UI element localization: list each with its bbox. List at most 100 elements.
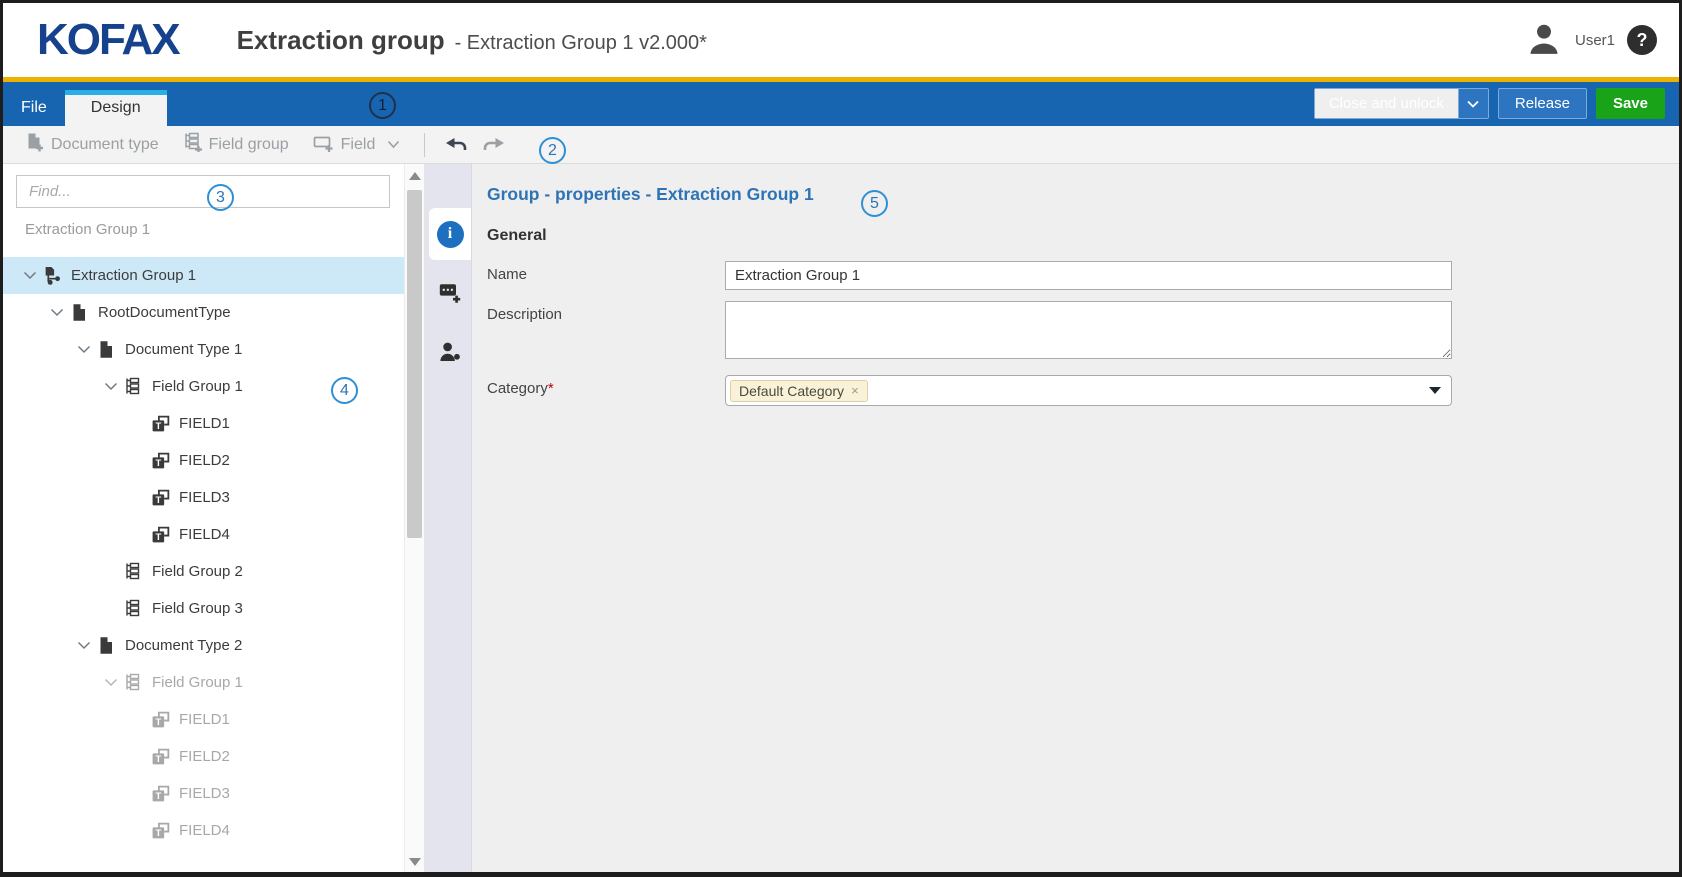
tree-item[interactable]: RootDocumentType [3, 294, 424, 331]
group-icon [43, 266, 71, 285]
name-input[interactable] [725, 261, 1452, 290]
ribbon: File Design Close and unlock Release Sav… [3, 82, 1679, 126]
field-icon: T [151, 784, 179, 803]
tree-item[interactable]: T FIELD2 [3, 442, 424, 479]
field-icon: T [151, 451, 179, 470]
svg-text:T: T [155, 458, 161, 469]
field-icon: T [151, 710, 179, 729]
tab-add-locale[interactable] [429, 268, 471, 320]
svg-text:T: T [155, 532, 161, 543]
tree-root-label: Extraction Group 1 [25, 221, 424, 245]
chevron-down-icon[interactable] [71, 641, 97, 650]
tree-item-label: FIELD3 [179, 785, 230, 802]
scrollbar-thumb[interactable] [407, 190, 422, 538]
tree-panel: Extraction Group 1 Extraction Group 1 Roo… [3, 164, 425, 872]
doctype-icon [97, 636, 125, 655]
scroll-down-icon[interactable] [409, 858, 421, 866]
chevron-down-icon [387, 136, 400, 154]
tree-item-label: Document Type 1 [125, 341, 242, 358]
app-window: KOFAX Extraction group - Extraction Grou… [0, 0, 1682, 877]
svg-text:T: T [155, 717, 161, 728]
tree-item[interactable]: Field Group 3 [3, 590, 424, 627]
undo-icon [445, 136, 467, 154]
tree-item[interactable]: TFIELD4 [3, 812, 424, 849]
chevron-down-icon[interactable] [98, 678, 124, 687]
chip-remove-icon[interactable]: × [851, 383, 859, 398]
chevron-down-icon[interactable] [71, 345, 97, 354]
ribbon-buttons: Close and unlock Release Save [1314, 88, 1665, 119]
tree-item[interactable]: Field Group 2 [3, 553, 424, 590]
tree-item[interactable]: Field Group 1 [3, 368, 424, 405]
chevron-down-icon[interactable] [17, 271, 43, 280]
combo-dropdown-icon[interactable] [1429, 387, 1441, 394]
field-icon: T [151, 414, 179, 433]
add-field-group-button[interactable]: Field group [173, 126, 299, 163]
category-chip: Default Category × [730, 380, 868, 402]
field-icon: T [151, 747, 179, 766]
redo-button[interactable] [477, 126, 511, 163]
tree-item-label: Field Group 3 [152, 600, 243, 617]
tree-item[interactable]: TFIELD1 [3, 701, 424, 738]
category-combobox[interactable]: Default Category × [725, 375, 1452, 406]
field-icon: T [151, 821, 179, 840]
tree-scrollbar[interactable] [404, 164, 424, 872]
help-icon[interactable]: ? [1627, 25, 1657, 55]
release-button[interactable]: Release [1498, 88, 1587, 119]
chevron-down-icon[interactable] [44, 308, 70, 317]
info-icon: i [437, 221, 464, 248]
doctype-icon [97, 340, 125, 359]
tree-item-label: Extraction Group 1 [71, 267, 196, 284]
tree-item[interactable]: TFIELD3 [3, 775, 424, 812]
tree-item-label: Field Group 1 [152, 378, 243, 395]
users-icon [438, 340, 462, 369]
tree-item[interactable]: TFIELD2 [3, 738, 424, 775]
main-area: Extraction Group 1 Extraction Group 1 Roo… [3, 164, 1679, 872]
properties-title: Group - properties - Extraction Group 1 [487, 184, 1659, 205]
save-button[interactable]: Save [1596, 88, 1665, 119]
section-general: General [487, 227, 1659, 245]
callout-4: 4 [331, 377, 358, 404]
name-label: Name [487, 261, 725, 290]
add-document-type-button[interactable]: Document type [15, 126, 169, 163]
category-label: Category* [487, 375, 725, 406]
tab-users[interactable] [429, 328, 471, 380]
user-avatar-icon [1525, 19, 1563, 62]
close-and-unlock-dropdown[interactable] [1458, 89, 1488, 118]
tab-general-info[interactable]: i [429, 208, 471, 260]
svg-text:T: T [155, 495, 161, 506]
callout-2: 2 [539, 137, 566, 164]
tree-item[interactable]: Document Type 2 [3, 627, 424, 664]
active-tab-indicator [65, 90, 167, 95]
tree-item[interactable]: Document Type 1 [3, 331, 424, 368]
scroll-up-icon[interactable] [409, 172, 421, 180]
chevron-down-icon[interactable] [98, 382, 124, 391]
undo-button[interactable] [439, 126, 473, 163]
chevron-down-icon [1467, 95, 1479, 112]
category-chip-label: Default Category [739, 383, 844, 399]
fieldgroup-icon [124, 377, 152, 396]
tree-item-label: RootDocumentType [98, 304, 231, 321]
redo-icon [483, 136, 505, 154]
tree-item[interactable]: TFIELD4 [3, 516, 424, 553]
description-row: Description [487, 301, 1659, 364]
header-right: User1 ? [1525, 19, 1657, 62]
svg-text:T: T [155, 421, 161, 432]
header: KOFAX Extraction group - Extraction Grou… [3, 3, 1679, 77]
tab-design[interactable]: Design [65, 90, 167, 126]
tree-item[interactable]: TFIELD3 [3, 479, 424, 516]
search-input[interactable] [27, 182, 379, 201]
tree-item[interactable]: Field Group 1 [3, 664, 424, 701]
tree-item-label: FIELD1 [179, 415, 230, 432]
description-label: Description [487, 301, 725, 364]
add-field-button[interactable]: Field [303, 126, 411, 163]
tree-item[interactable]: T FIELD1 [3, 405, 424, 442]
title-bar: Extraction group - Extraction Group 1 v2… [237, 25, 1525, 56]
callout-5: 5 [861, 190, 888, 217]
field-group-add-icon [183, 132, 203, 157]
document-type-add-icon [25, 132, 45, 157]
tree-item[interactable]: Extraction Group 1 [3, 257, 424, 294]
close-and-unlock-button[interactable]: Close and unlock [1315, 89, 1458, 118]
tree-item-label: FIELD2 [179, 452, 230, 469]
description-input[interactable] [725, 301, 1452, 359]
tab-file[interactable]: File [3, 90, 65, 126]
